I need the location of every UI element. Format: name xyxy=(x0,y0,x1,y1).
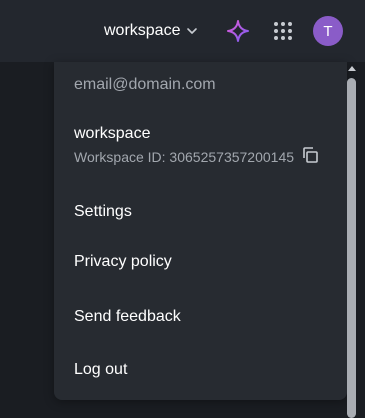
menu-item-send-feedback[interactable]: Send feedback xyxy=(54,299,334,335)
menu-item-settings[interactable]: Settings xyxy=(54,194,334,230)
menu-item-settings-label: Settings xyxy=(74,203,132,220)
account-email: email@domain.com xyxy=(74,76,216,93)
scroll-up-arrow-icon[interactable] xyxy=(348,66,356,71)
menu-item-privacy-policy[interactable]: Privacy policy xyxy=(54,244,334,280)
scroll-thumb[interactable] xyxy=(347,78,356,418)
copy-icon[interactable] xyxy=(301,146,319,164)
workspace-switcher-label: workspace xyxy=(104,22,181,39)
workspace-switcher[interactable]: workspace xyxy=(104,19,198,43)
menu-item-log-out[interactable]: Log out xyxy=(54,352,334,388)
menu-scrollbar[interactable] xyxy=(345,62,359,418)
workspace-name: workspace xyxy=(74,125,151,142)
avatar-initial: T xyxy=(323,22,333,40)
avatar[interactable]: T xyxy=(313,16,343,46)
chevron-down-icon xyxy=(186,25,198,37)
menu-item-feedback-label: Send feedback xyxy=(74,308,181,325)
apps-grid-icon[interactable] xyxy=(273,21,293,41)
workspace-id-row: Workspace ID: 3065257357200145 xyxy=(74,146,319,166)
account-menu: email@domain.com workspace Workspace ID:… xyxy=(54,62,347,400)
menu-item-privacy-label: Privacy policy xyxy=(74,253,172,270)
menu-item-logout-label: Log out xyxy=(74,361,128,378)
sparkle-icon[interactable] xyxy=(226,19,250,43)
workspace-id-text: Workspace ID: 3065257357200145 xyxy=(74,149,295,165)
top-bar: workspace T xyxy=(0,0,365,62)
